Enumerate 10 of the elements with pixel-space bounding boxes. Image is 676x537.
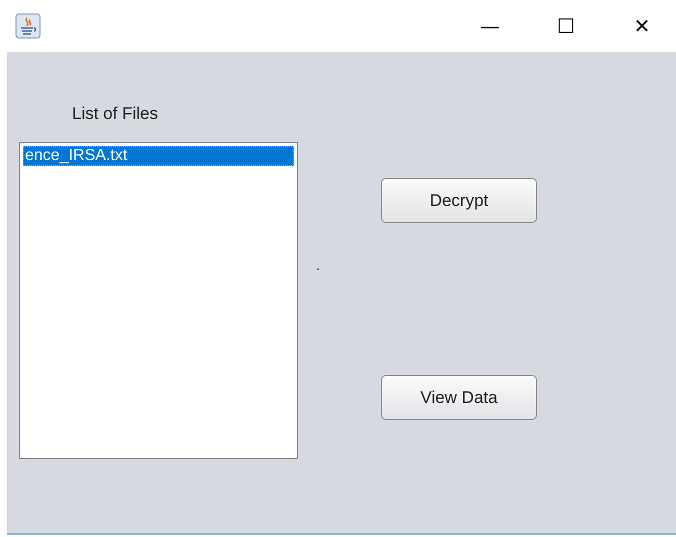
file-item[interactable]: ence_IRSA.txt bbox=[23, 146, 294, 166]
status-label: . bbox=[316, 257, 320, 273]
minimize-button[interactable]: — bbox=[462, 6, 518, 46]
list-label: List of Files bbox=[72, 103, 158, 125]
view-data-button[interactable]: View Data bbox=[381, 375, 537, 420]
java-cup-icon bbox=[15, 13, 41, 39]
file-list[interactable]: ence_IRSA.txt bbox=[19, 142, 298, 459]
maximize-button[interactable]: ☐ bbox=[538, 6, 594, 46]
close-button[interactable]: ✕ bbox=[614, 6, 670, 46]
decrypt-button[interactable]: Decrypt bbox=[381, 178, 537, 223]
